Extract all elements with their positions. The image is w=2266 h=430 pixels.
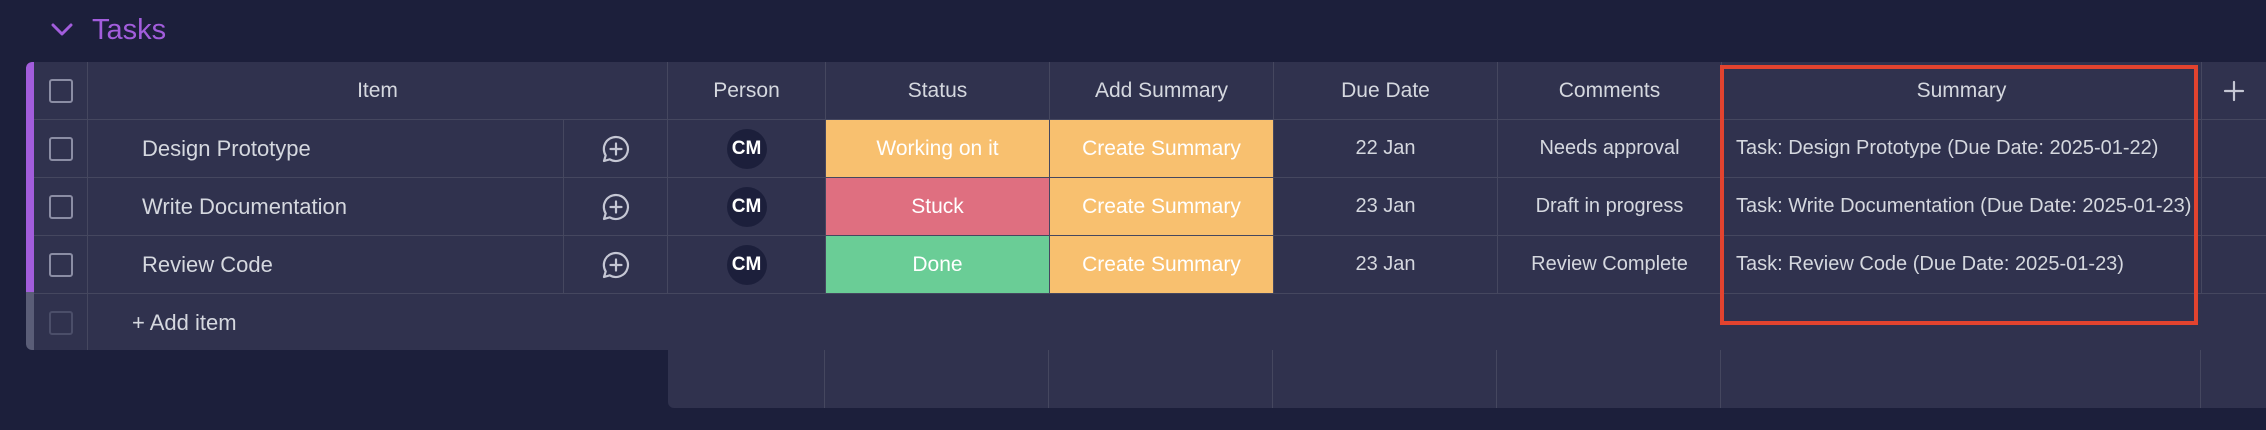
tasks-table: Item Person Status Add Summary Due Date … (26, 62, 2266, 350)
comments-cell[interactable]: Review Complete (1498, 236, 1722, 293)
comments-cell[interactable]: Draft in progress (1498, 178, 1722, 235)
person-cell[interactable]: CM (668, 236, 826, 293)
create-summary-button[interactable]: Create Summary (1050, 236, 1274, 293)
summary-footer-row (668, 350, 2266, 408)
add-column-button[interactable] (2202, 62, 2266, 119)
column-header-add-summary[interactable]: Add Summary (1050, 62, 1274, 119)
select-all-cell (34, 62, 88, 119)
comments-cell[interactable]: Needs approval (1498, 120, 1722, 177)
person-cell[interactable]: CM (668, 178, 826, 235)
summary-text: Task: Design Prototype (Due Date: 2025-0… (1736, 137, 2159, 159)
table-row[interactable]: Write Documentation CM Stuck Create Summ… (34, 178, 2266, 236)
column-header-summary[interactable]: Summary (1722, 62, 2202, 119)
summary-cell[interactable]: Task: Write Documentation (Due Date: 202… (1722, 178, 2202, 235)
create-summary-button[interactable]: Create Summary (1050, 178, 1274, 235)
avatar: CM (726, 244, 767, 285)
row-checkbox[interactable] (48, 194, 73, 219)
due-date-cell[interactable]: 23 Jan (1274, 178, 1498, 235)
due-date-cell[interactable]: 23 Jan (1274, 236, 1498, 293)
column-header-status[interactable]: Status (826, 62, 1050, 119)
plus-icon (2223, 80, 2245, 101)
avatar: CM (726, 186, 767, 227)
table-row[interactable]: Review Code CM Done Create Summary 23 Ja… (34, 236, 2266, 294)
due-date-cell[interactable]: 22 Jan (1274, 120, 1498, 177)
add-update-button[interactable] (564, 178, 668, 235)
add-update-button[interactable] (564, 236, 668, 293)
group-header: Tasks (48, 10, 166, 50)
add-item-button[interactable]: + Add item (34, 294, 2266, 350)
status-badge[interactable]: Stuck (826, 178, 1050, 235)
add-update-button[interactable] (564, 120, 668, 177)
column-header-comments[interactable]: Comments (1498, 62, 1722, 119)
row-checkbox[interactable] (48, 136, 73, 161)
column-header-person[interactable]: Person (668, 62, 826, 119)
row-select-cell (34, 178, 88, 235)
chat-plus-icon (602, 193, 629, 220)
chat-plus-icon (602, 251, 629, 278)
group-color-bar (26, 62, 34, 292)
column-header-due-date[interactable]: Due Date (1274, 62, 1498, 119)
row-select-cell (34, 236, 88, 293)
chat-plus-icon (602, 135, 629, 162)
item-name[interactable]: Review Code (88, 236, 564, 293)
summary-cell[interactable]: Task: Design Prototype (Due Date: 2025-0… (1722, 120, 2202, 177)
table-row[interactable]: Design Prototype CM Working on it Create… (34, 120, 2266, 178)
item-name[interactable]: Design Prototype (88, 120, 564, 177)
select-all-checkbox[interactable] (48, 78, 73, 103)
summary-cell[interactable]: Task: Review Code (Due Date: 2025-01-23) (1722, 236, 2202, 293)
status-badge[interactable]: Done (826, 236, 1050, 293)
add-item-row: + Add item (34, 294, 2266, 350)
person-cell[interactable]: CM (668, 120, 826, 177)
chevron-down-icon[interactable] (48, 16, 76, 44)
table-header-row: Item Person Status Add Summary Due Date … (34, 62, 2266, 120)
avatar: CM (726, 128, 767, 169)
summary-text: Task: Review Code (Due Date: 2025-01-23) (1736, 253, 2124, 275)
item-name[interactable]: Write Documentation (88, 178, 564, 235)
column-header-item[interactable]: Item (88, 62, 668, 119)
row-checkbox[interactable] (48, 252, 73, 277)
status-badge[interactable]: Working on it (826, 120, 1050, 177)
summary-text: Task: Write Documentation (Due Date: 202… (1736, 195, 2192, 217)
create-summary-button[interactable]: Create Summary (1050, 120, 1274, 177)
add-row-color-bar (26, 292, 34, 350)
group-title[interactable]: Tasks (92, 14, 166, 47)
row-select-cell (34, 120, 88, 177)
